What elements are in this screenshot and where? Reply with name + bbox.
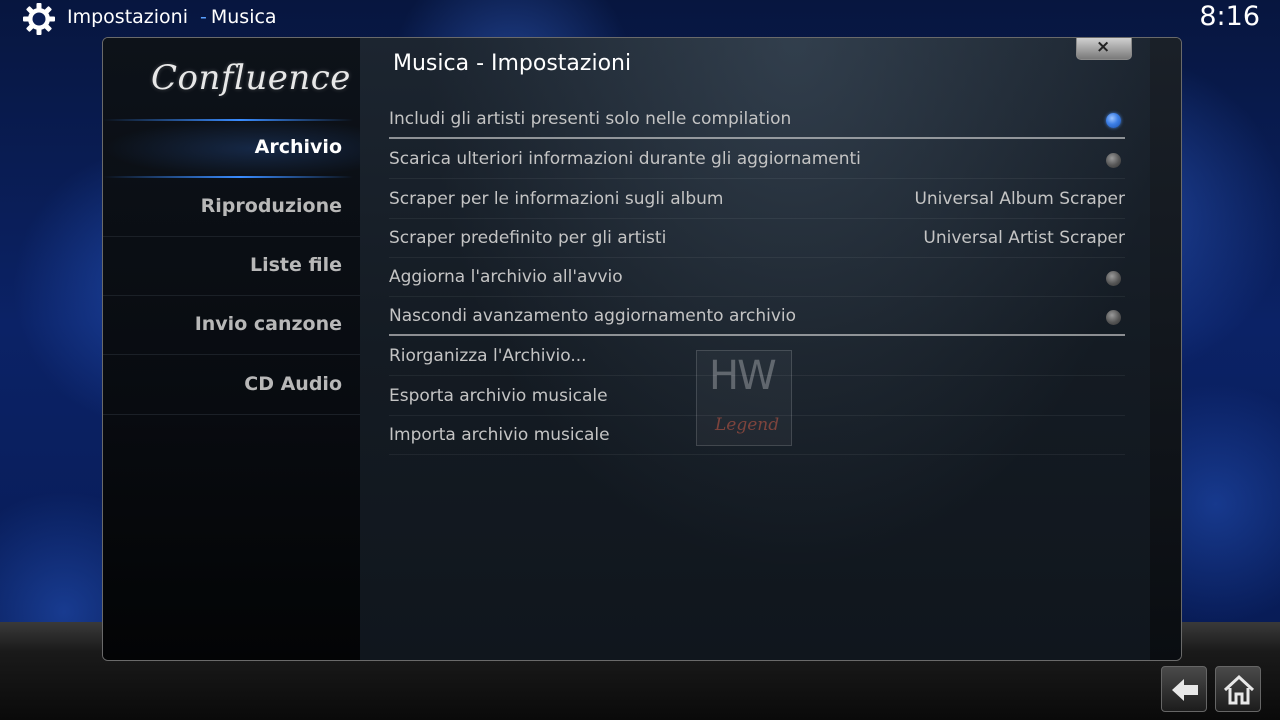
category-sidebar: Confluence Archivio Riproduzione Liste f… <box>103 38 360 660</box>
setting-label: Includi gli artisti presenti solo nelle … <box>389 109 792 129</box>
breadcrumb: Impostazioni - Musica <box>67 6 277 28</box>
setting-label: Nascondi avanzamento aggiornamento archi… <box>389 306 797 326</box>
top-bar: Impostazioni - Musica 8:16 <box>0 0 1280 38</box>
back-arrow-icon <box>1172 679 1198 701</box>
setting-reorganize-library[interactable]: Riorganizza l'Archivio... <box>389 337 1125 376</box>
close-button[interactable]: × <box>1076 38 1132 60</box>
setting-include-compilation-artists[interactable]: Includi gli artisti presenti solo nelle … <box>389 100 1125 139</box>
setting-update-on-startup[interactable]: Aggiorna l'archivio all'avvio <box>389 258 1125 297</box>
setting-export-library[interactable]: Esporta archivio musicale <box>389 377 1125 416</box>
setting-artist-scraper[interactable]: Scraper predefinito per gli artisti Univ… <box>389 219 1125 258</box>
breadcrumb-section: Impostazioni <box>67 6 188 28</box>
breadcrumb-subsection: Musica <box>210 6 277 28</box>
clock: 8:16 <box>1199 1 1260 32</box>
sidebar-item-cd-audio[interactable]: CD Audio <box>103 356 360 415</box>
sidebar-item-liste-file[interactable]: Liste file <box>103 237 360 296</box>
sidebar-item-label: Liste file <box>250 254 342 276</box>
dialog-title: Musica - Impostazioni <box>393 51 632 76</box>
setting-download-extra-info[interactable]: Scarica ulteriori informazioni durante g… <box>389 140 1125 179</box>
panel-edge <box>1150 38 1181 660</box>
setting-album-scraper[interactable]: Scraper per le informazioni sugli album … <box>389 180 1125 219</box>
back-button[interactable] <box>1161 666 1207 712</box>
close-icon: × <box>1096 37 1111 57</box>
setting-label: Scraper per le informazioni sugli album <box>389 189 724 209</box>
setting-label: Scraper predefinito per gli artisti <box>389 228 667 248</box>
home-button[interactable] <box>1215 666 1261 712</box>
sidebar-item-invio-canzone[interactable]: Invio canzone <box>103 296 360 355</box>
setting-value: Universal Artist Scraper <box>923 228 1125 248</box>
toggle-radio-off[interactable] <box>1106 310 1121 325</box>
setting-label: Aggiorna l'archivio all'avvio <box>389 267 623 287</box>
setting-value: Universal Album Scraper <box>914 189 1125 209</box>
setting-label: Importa archivio musicale <box>389 425 610 445</box>
sidebar-item-label: Invio canzone <box>194 313 342 335</box>
setting-import-library[interactable]: Importa archivio musicale <box>389 416 1125 455</box>
breadcrumb-separator: - <box>200 6 207 28</box>
confluence-logo: Confluence <box>151 58 351 98</box>
setting-label: Esporta archivio musicale <box>389 386 608 406</box>
sidebar-item-riproduzione[interactable]: Riproduzione <box>103 178 360 237</box>
sidebar-item-label: CD Audio <box>244 373 342 395</box>
setting-label: Scarica ulteriori informazioni durante g… <box>389 149 861 169</box>
setting-hide-update-progress[interactable]: Nascondi avanzamento aggiornamento archi… <box>389 297 1125 336</box>
toggle-radio-off[interactable] <box>1106 153 1121 168</box>
toggle-radio-off[interactable] <box>1106 271 1121 286</box>
toggle-radio-on[interactable] <box>1106 113 1121 128</box>
gear-icon <box>23 3 55 35</box>
sidebar-item-label: Riproduzione <box>200 195 342 217</box>
sidebar-item-archivio[interactable]: Archivio <box>103 119 360 178</box>
sidebar-item-label: Archivio <box>254 136 342 158</box>
setting-label: Riorganizza l'Archivio... <box>389 346 587 366</box>
settings-dialog: Confluence Archivio Riproduzione Liste f… <box>102 37 1182 661</box>
home-icon <box>1223 674 1255 705</box>
